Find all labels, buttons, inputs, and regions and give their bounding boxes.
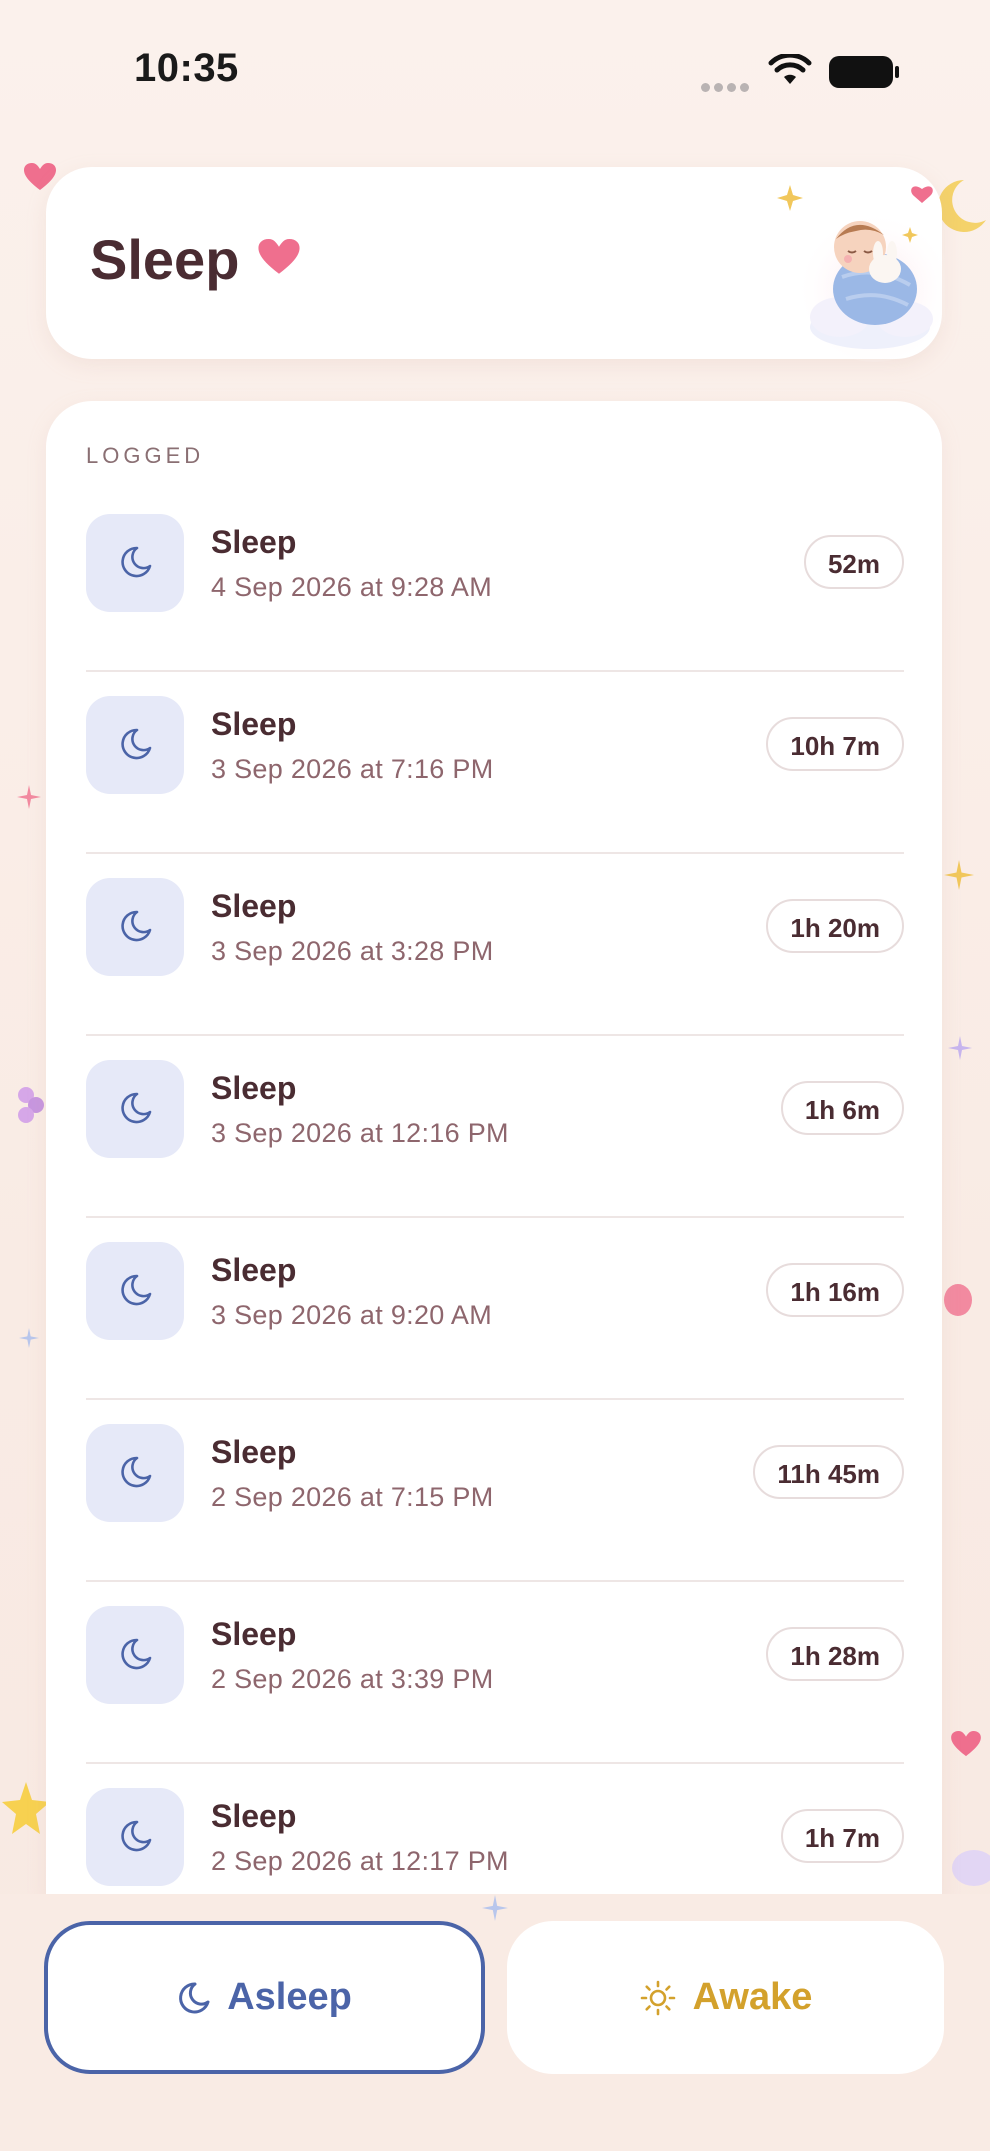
entry-date: 4 Sep 2026 at 9:28 AM: [211, 572, 493, 602]
star-icon: [2, 1782, 50, 1834]
moon-icon: [121, 1092, 152, 1124]
entry-title: Sleep: [211, 888, 297, 924]
duration-badge: 1h 7m: [780, 1809, 904, 1863]
entry-date: 2 Sep 2026 at 12:17 PM: [211, 1846, 509, 1876]
list-item[interactable]: Sleep 4 Sep 2026 at 9:28 AM 52m: [86, 502, 904, 684]
list-item[interactable]: Sleep 3 Sep 2026 at 3:28 PM 1h 20m: [86, 866, 904, 1048]
entry-title: Sleep: [211, 1798, 297, 1834]
heart-icon: [24, 163, 56, 190]
entry-icon-box: [86, 1242, 184, 1340]
entry-title: Sleep: [211, 524, 297, 560]
awake-button[interactable]: Awake: [507, 1921, 944, 2074]
divider: [86, 670, 904, 672]
wifi-icon: [768, 54, 812, 84]
sparkle-icon: [19, 1328, 39, 1348]
duration-badge: 1h 20m: [766, 899, 904, 953]
entry-date: 3 Sep 2026 at 9:20 AM: [211, 1300, 493, 1330]
divider: [86, 1762, 904, 1764]
asleep-label: Asleep: [227, 1976, 352, 2018]
sleeping-baby-illustration: [777, 185, 945, 362]
divider: [86, 1580, 904, 1582]
list-item[interactable]: Sleep 3 Sep 2026 at 12:16 PM 1h 6m: [86, 1048, 904, 1230]
sun-icon: [640, 1980, 675, 2015]
divider: [86, 852, 904, 854]
status-time: 10:35: [134, 46, 239, 90]
entry-icon-box: [86, 1788, 184, 1886]
cloud-icon: [952, 1850, 990, 1886]
sparkle-icon: [944, 860, 974, 890]
heart-icon: [258, 239, 300, 274]
sparkle-icon: [17, 785, 41, 809]
header-card: Sleep: [46, 167, 945, 362]
candy-icon: [944, 1284, 972, 1316]
entry-title: Sleep: [211, 706, 297, 742]
moon-icon: [179, 1981, 210, 2013]
asleep-button[interactable]: Asleep: [44, 1921, 485, 2074]
page-title: Sleep: [90, 228, 240, 291]
divider: [86, 1398, 904, 1400]
entry-icon-box: [86, 514, 184, 612]
entry-date: 2 Sep 2026 at 7:15 PM: [211, 1482, 494, 1512]
entry-icon-box: [86, 878, 184, 976]
duration-badge: 11h 45m: [753, 1445, 904, 1499]
list-item[interactable]: Sleep 2 Sep 2026 at 7:15 PM 11h 45m: [86, 1412, 904, 1594]
list-item[interactable]: Sleep 2 Sep 2026 at 12:17 PM 1h 7m: [86, 1776, 904, 1901]
section-label: LOGGED: [86, 443, 205, 468]
list-item[interactable]: Sleep 3 Sep 2026 at 9:20 AM 1h 16m: [86, 1230, 904, 1412]
duration-badge: 10h 7m: [766, 717, 904, 771]
entry-title: Sleep: [211, 1252, 297, 1288]
status-bar: 10:35: [0, 0, 990, 140]
divider: [86, 1034, 904, 1036]
heart-icon: [951, 1731, 981, 1757]
list-item[interactable]: Sleep 2 Sep 2026 at 3:39 PM 1h 28m: [86, 1594, 904, 1776]
entry-icon-box: [86, 1424, 184, 1522]
sparkle-icon: [948, 1036, 972, 1060]
logged-list: LOGGED Sleep 4 Sep 2026 at 9:28 AM 52m S…: [46, 401, 942, 1901]
list-item[interactable]: Sleep 3 Sep 2026 at 7:16 PM 10h 7m: [86, 684, 904, 866]
divider: [86, 1216, 904, 1218]
awake-label: Awake: [692, 1976, 813, 2018]
battery-icon: [829, 56, 899, 88]
moon-icon: [121, 1638, 152, 1670]
entry-icon-box: [86, 1060, 184, 1158]
grape-icon: [18, 1087, 44, 1123]
entry-date: 3 Sep 2026 at 12:16 PM: [211, 1118, 509, 1148]
duration-badge: 1h 6m: [780, 1081, 904, 1135]
entry-title: Sleep: [211, 1434, 297, 1470]
entry-title: Sleep: [211, 1616, 297, 1652]
entry-date: 3 Sep 2026 at 7:16 PM: [211, 754, 494, 784]
duration-badge: 1h 28m: [766, 1627, 904, 1681]
duration-badge: 1h 16m: [766, 1263, 904, 1317]
entry-date: 3 Sep 2026 at 3:28 PM: [211, 936, 494, 966]
moon-icon: [121, 1456, 152, 1488]
entry-date: 2 Sep 2026 at 3:39 PM: [211, 1664, 494, 1694]
moon-icon: [121, 1274, 152, 1306]
moon-icon: [121, 728, 152, 760]
signal-dots-icon: [701, 79, 753, 97]
entry-icon-box: [86, 696, 184, 794]
entry-icon-box: [86, 1606, 184, 1704]
duration-badge: 52m: [803, 535, 904, 589]
entry-title: Sleep: [211, 1070, 297, 1106]
sparkle-icon: [482, 1895, 508, 1921]
moon-icon: [121, 546, 152, 578]
moon-icon: [121, 1820, 152, 1852]
moon-icon: [121, 910, 152, 942]
